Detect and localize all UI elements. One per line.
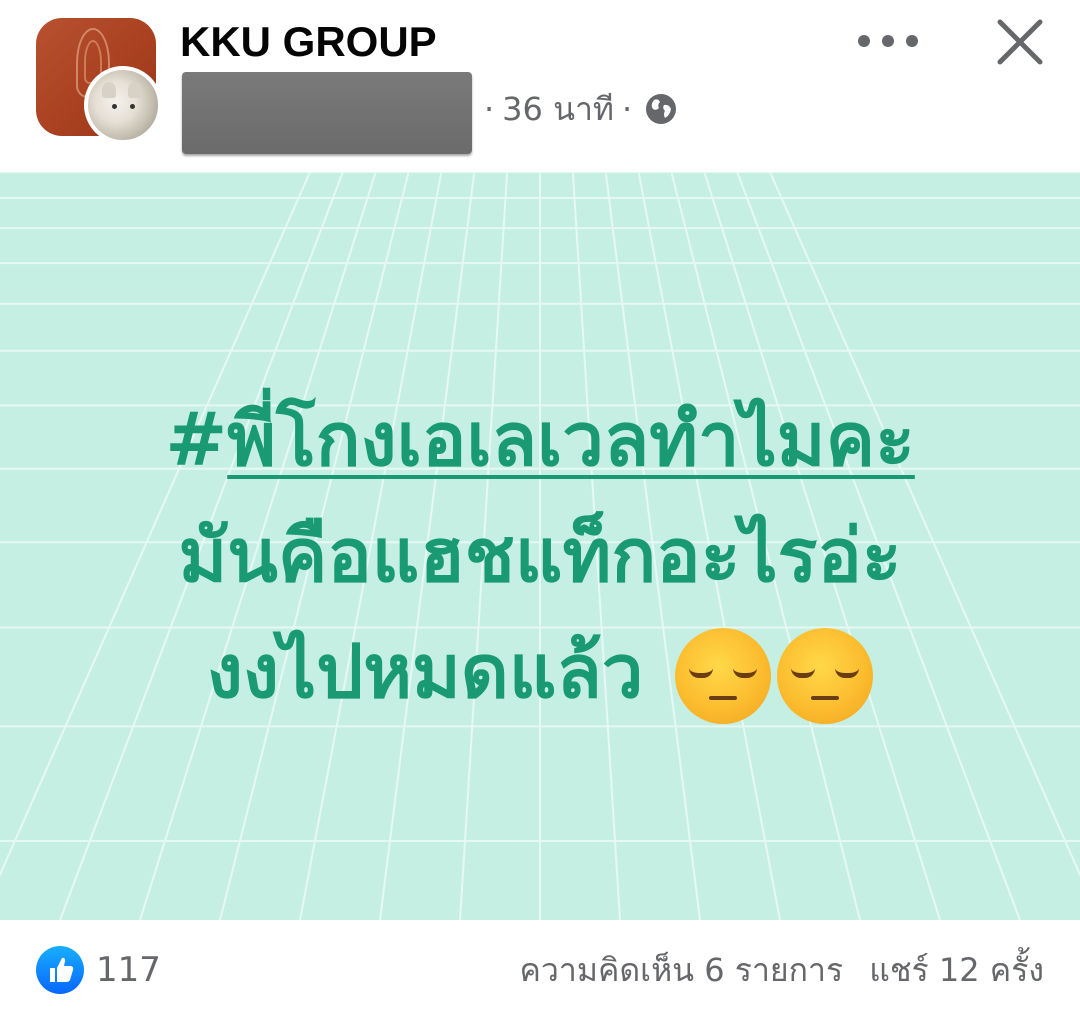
emoji-mouth	[811, 696, 840, 701]
avatar-ear	[102, 82, 116, 98]
pensive-face-emoji	[675, 628, 772, 725]
post-text: #พี่โกงเอเลเวลทำไมคะ มันคือแฮชแท็กอะไรอ่…	[0, 382, 1080, 730]
emoji-mouth	[709, 696, 738, 701]
author-avatar[interactable]	[84, 66, 162, 144]
avatar-eye	[130, 104, 135, 109]
emoji-eye	[733, 668, 758, 679]
post-header: KKU GROUP · 36 นาที ·	[0, 0, 1080, 172]
more-dot	[858, 35, 870, 47]
avatar-ear	[128, 82, 142, 98]
post-text-line-1: #พี่โกงเอเลเวลทำไมคะ	[0, 382, 1080, 498]
like-count[interactable]: 117	[96, 944, 161, 996]
globe-icon[interactable]	[644, 92, 678, 126]
post-text-line-2: มันคือแฮชแท็กอะไรอ่ะ	[178, 513, 902, 599]
post-meta: · 36 นาที ·	[476, 86, 678, 132]
meta-separator: ·	[484, 90, 495, 128]
close-icon[interactable]	[992, 14, 1048, 70]
post-background: #พี่โกงเอเลเวลทำไมคะ มันคือแฮชแท็กอะไรอ่…	[0, 172, 1080, 920]
post-time[interactable]: 36 นาที	[502, 86, 614, 132]
post-text-line-3-text: งงไปหมดแล้ว	[206, 629, 644, 715]
comment-count[interactable]: ความคิดเห็น 6 รายการ	[520, 951, 844, 989]
avatar-eye	[112, 104, 117, 109]
hashtag-link[interactable]: พี่โกงเอเลเวลทำไมคะ	[227, 397, 915, 483]
emoji-eye	[689, 668, 714, 679]
emoji-eye	[835, 668, 860, 679]
pensive-face-emoji	[777, 628, 874, 725]
post-text-line-3: งงไปหมดแล้ว	[0, 614, 1080, 730]
group-name[interactable]: KKU GROUP	[180, 14, 437, 70]
hashtag-prefix[interactable]: #	[165, 397, 227, 483]
post-stats: ความคิดเห็น 6 รายการ แชร์ 12 ครั้ง	[520, 944, 1044, 996]
share-count[interactable]: แชร์ 12 ครั้ง	[869, 951, 1044, 989]
more-dot	[882, 35, 894, 47]
more-dot	[906, 35, 918, 47]
emoji-eye	[791, 668, 816, 679]
author-name-redacted	[182, 72, 472, 154]
like-icon[interactable]	[36, 946, 84, 994]
more-icon[interactable]	[858, 24, 918, 58]
meta-separator: ·	[622, 90, 633, 128]
